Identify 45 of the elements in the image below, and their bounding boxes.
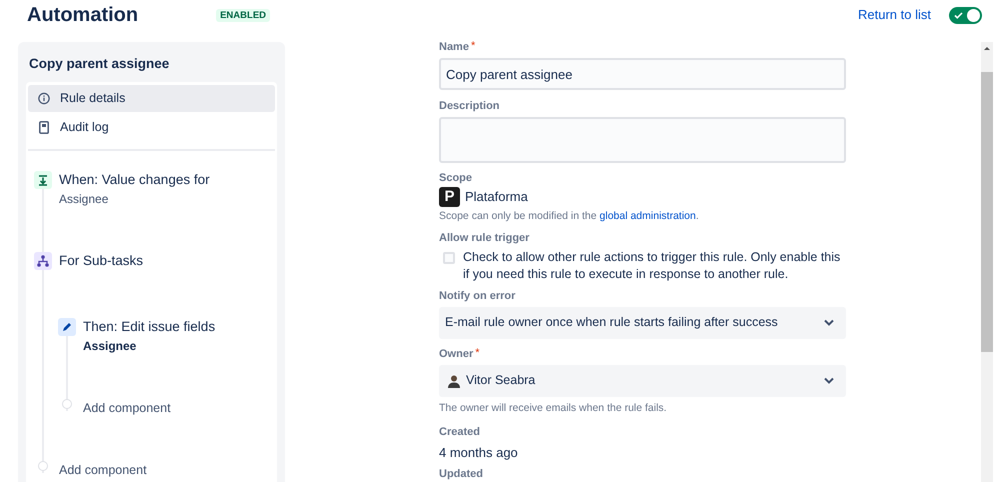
add-component-link[interactable]: Add component <box>83 399 171 418</box>
project-logo: P <box>439 187 460 207</box>
chevron-down-icon <box>824 377 834 384</box>
field-label: Description <box>439 99 500 113</box>
nav-item[interactable]: Rule details <box>28 85 275 112</box>
component-title: For Sub-tasks <box>59 252 144 270</box>
page-title: Automation <box>27 3 138 28</box>
owner-dropdown[interactable]: Vitor Seabra <box>439 364 846 397</box>
add-component-link[interactable]: Add component <box>59 461 147 480</box>
field-label: Owner <box>439 346 474 361</box>
status-badge: ENABLED <box>216 8 270 22</box>
field-label: Allow rule trigger <box>439 230 530 245</box>
required-mark: * <box>475 346 480 359</box>
scope-value: Plataforma <box>465 188 528 206</box>
chevron-down-icon <box>824 319 834 326</box>
global-administration-link[interactable]: global administration <box>600 210 696 222</box>
toggle-switch[interactable] <box>949 6 982 24</box>
component-title: When: Value changes for <box>59 171 210 190</box>
component-detail: Assignee <box>83 338 138 356</box>
field-label: Notify on error <box>439 288 516 303</box>
name-input[interactable]: Copy parent assignee <box>439 58 846 90</box>
document-icon <box>39 121 49 134</box>
field-label: Name <box>439 40 469 54</box>
scrollbar-thumb[interactable] <box>981 72 993 352</box>
check-icon <box>954 12 963 18</box>
info-icon <box>38 92 50 106</box>
pencil-icon <box>58 318 76 336</box>
field-label: Scope <box>439 171 472 185</box>
field-label: Created <box>439 424 480 438</box>
required-mark: * <box>470 40 476 52</box>
field-label: Updated <box>439 467 483 481</box>
description-input[interactable] <box>439 117 846 163</box>
checkbox[interactable] <box>443 252 455 264</box>
component-detail: Assignee <box>59 191 110 208</box>
trigger-icon <box>34 171 52 190</box>
owner-hint: The owner will receive emails when the rule fails. <box>439 400 668 416</box>
notify-dropdown[interactable]: E-mail rule owner once when rule starts failing after success <box>439 306 846 339</box>
branch-icon <box>34 252 52 270</box>
return-to-list-link[interactable]: Return to list <box>858 5 931 25</box>
avatar-silhouette-icon <box>447 374 461 388</box>
rule-name: Copy parent assignee <box>28 55 170 73</box>
scope-hint: Scope can only be modified in the global administration. <box>439 209 700 224</box>
field-value: 4 months ago <box>439 444 519 462</box>
component-title: Then: Edit issue fields <box>83 318 216 336</box>
checkbox-label: Check to allow other rule actions to trigger this rule. Only enable this if you need this rule to execute in response to another rule. <box>463 248 842 283</box>
